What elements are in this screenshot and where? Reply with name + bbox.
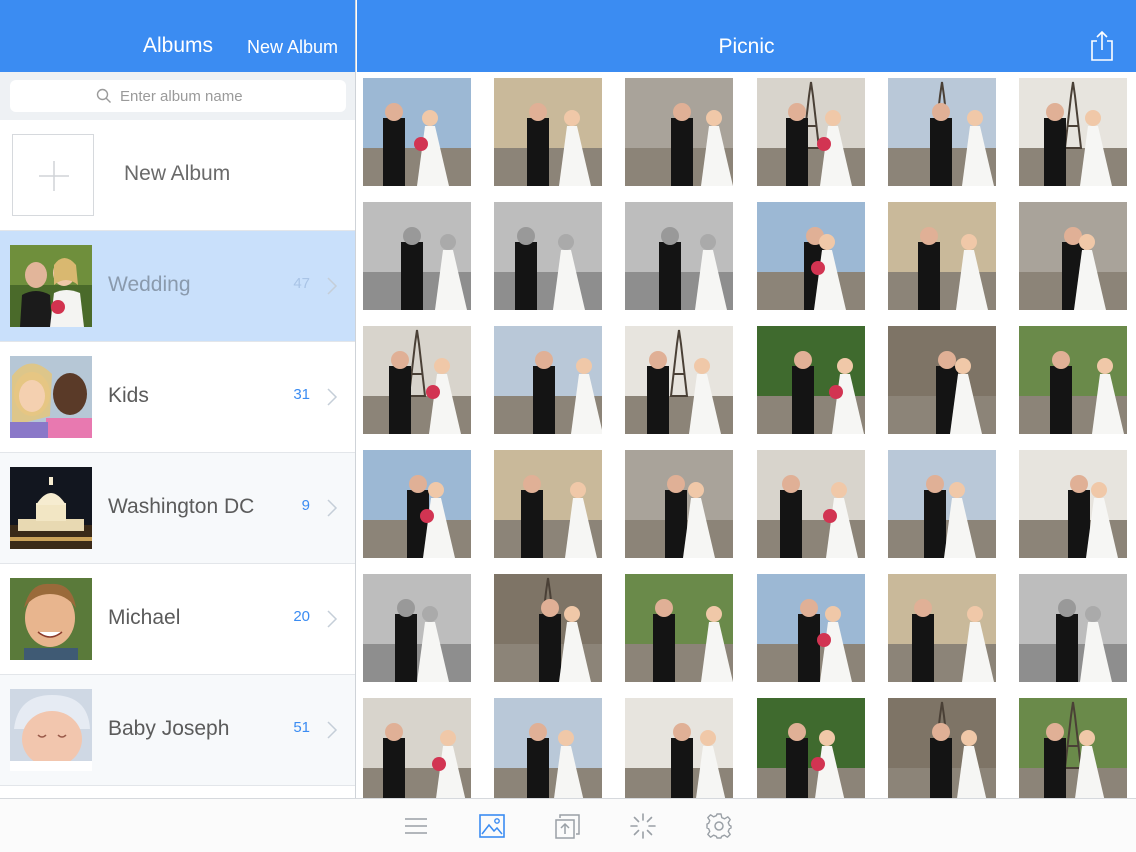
photo-thumbnail[interactable] xyxy=(625,698,733,806)
photo-thumbnail[interactable] xyxy=(494,326,602,434)
album-thumbnail xyxy=(10,245,92,327)
import-icon xyxy=(555,814,580,839)
album-list: New Album Wedding 47 Kids 31 Washington … xyxy=(0,120,356,786)
photo-thumbnail[interactable] xyxy=(625,326,733,434)
new-album-row-label: New Album xyxy=(124,162,231,185)
photo-icon xyxy=(479,814,505,838)
photo-thumbnail[interactable] xyxy=(757,450,865,558)
photo-thumbnail[interactable] xyxy=(888,78,996,186)
photo-thumbnail[interactable] xyxy=(494,202,602,310)
photo-thumbnail[interactable] xyxy=(625,78,733,186)
album-row-baby-joseph[interactable]: Baby Joseph 51 xyxy=(0,675,356,786)
photo-thumbnail[interactable] xyxy=(888,202,996,310)
chevron-right-icon xyxy=(327,388,338,406)
chevron-right-icon xyxy=(327,277,338,295)
list-icon xyxy=(405,818,427,834)
tab-loading[interactable] xyxy=(629,812,657,840)
photo-thumbnail[interactable] xyxy=(757,698,865,806)
spinner-icon xyxy=(630,813,656,839)
photo-thumbnail[interactable] xyxy=(625,202,733,310)
gear-icon xyxy=(706,813,732,839)
pane-divider xyxy=(355,0,356,798)
photo-thumbnail[interactable] xyxy=(363,574,471,682)
album-row-wedding[interactable]: Wedding 47 xyxy=(0,231,356,342)
album-thumbnail xyxy=(10,467,92,549)
photo-thumbnail[interactable] xyxy=(494,698,602,806)
tab-list[interactable] xyxy=(402,812,430,840)
photo-thumbnail[interactable] xyxy=(757,326,865,434)
photo-thumbnail[interactable] xyxy=(363,78,471,186)
photo-thumbnail[interactable] xyxy=(625,574,733,682)
album-row-michael[interactable]: Michael 20 xyxy=(0,564,356,675)
search-bar xyxy=(0,72,356,120)
photo-thumbnail[interactable] xyxy=(1019,202,1127,310)
album-title: Picnic xyxy=(718,35,775,58)
photo-thumbnail[interactable] xyxy=(1019,698,1127,806)
album-count: 20 xyxy=(293,608,310,625)
photo-thumbnail[interactable] xyxy=(363,202,471,310)
photo-thumbnail[interactable] xyxy=(1019,326,1127,434)
tab-photos[interactable] xyxy=(478,812,506,840)
new-album-tile[interactable] xyxy=(12,134,94,216)
tab-bar xyxy=(0,798,1136,852)
photo-thumbnail[interactable] xyxy=(494,574,602,682)
album-thumbnail xyxy=(10,578,92,660)
photo-thumbnail[interactable] xyxy=(757,202,865,310)
photo-thumbnail[interactable] xyxy=(625,450,733,558)
photo-thumbnail[interactable] xyxy=(888,326,996,434)
album-row-washington-dc[interactable]: Washington DC 9 xyxy=(0,453,356,564)
photo-thumbnail[interactable] xyxy=(363,698,471,806)
photo-thumbnail[interactable] xyxy=(1019,450,1127,558)
photo-thumbnail[interactable] xyxy=(1019,574,1127,682)
album-count: 47 xyxy=(293,275,310,292)
search-field[interactable] xyxy=(10,80,346,112)
album-count: 31 xyxy=(293,386,310,403)
album-name: Washington DC xyxy=(108,495,255,518)
album-thumbnail xyxy=(10,689,92,771)
main-header: Picnic xyxy=(357,0,1136,72)
album-count: 51 xyxy=(293,719,310,736)
photo-thumbnail[interactable] xyxy=(363,450,471,558)
photo-thumbnail[interactable] xyxy=(888,698,996,806)
new-album-button[interactable]: New Album xyxy=(247,37,338,58)
album-search-input[interactable] xyxy=(120,87,260,105)
photo-thumbnail[interactable] xyxy=(494,78,602,186)
photo-thumbnail[interactable] xyxy=(757,574,865,682)
chevron-right-icon xyxy=(327,610,338,628)
share-icon[interactable] xyxy=(1090,30,1114,62)
photo-thumbnail[interactable] xyxy=(888,574,996,682)
photo-grid xyxy=(363,78,1136,806)
search-icon xyxy=(96,88,111,103)
photo-thumbnail[interactable] xyxy=(494,450,602,558)
photo-thumbnail[interactable] xyxy=(888,450,996,558)
album-thumbnail xyxy=(10,356,92,438)
chevron-right-icon xyxy=(327,721,338,739)
new-album-row[interactable]: New Album xyxy=(0,120,356,231)
tab-settings[interactable] xyxy=(705,812,733,840)
sidebar-header: Albums New Album xyxy=(0,0,356,72)
album-name: Michael xyxy=(108,606,181,629)
album-name: Kids xyxy=(108,384,149,407)
plus-icon xyxy=(39,161,69,191)
album-sidebar: Albums New Album New Album xyxy=(0,0,356,798)
photo-thumbnail[interactable] xyxy=(1019,78,1127,186)
sidebar-title: Albums xyxy=(142,34,214,57)
album-row-kids[interactable]: Kids 31 xyxy=(0,342,356,453)
chevron-right-icon xyxy=(327,499,338,517)
photo-thumbnail[interactable] xyxy=(363,326,471,434)
album-count: 9 xyxy=(301,497,310,514)
album-name: Baby Joseph xyxy=(108,717,230,740)
album-name: Wedding xyxy=(108,273,191,296)
photo-thumbnail[interactable] xyxy=(757,78,865,186)
tab-import[interactable] xyxy=(554,812,582,840)
